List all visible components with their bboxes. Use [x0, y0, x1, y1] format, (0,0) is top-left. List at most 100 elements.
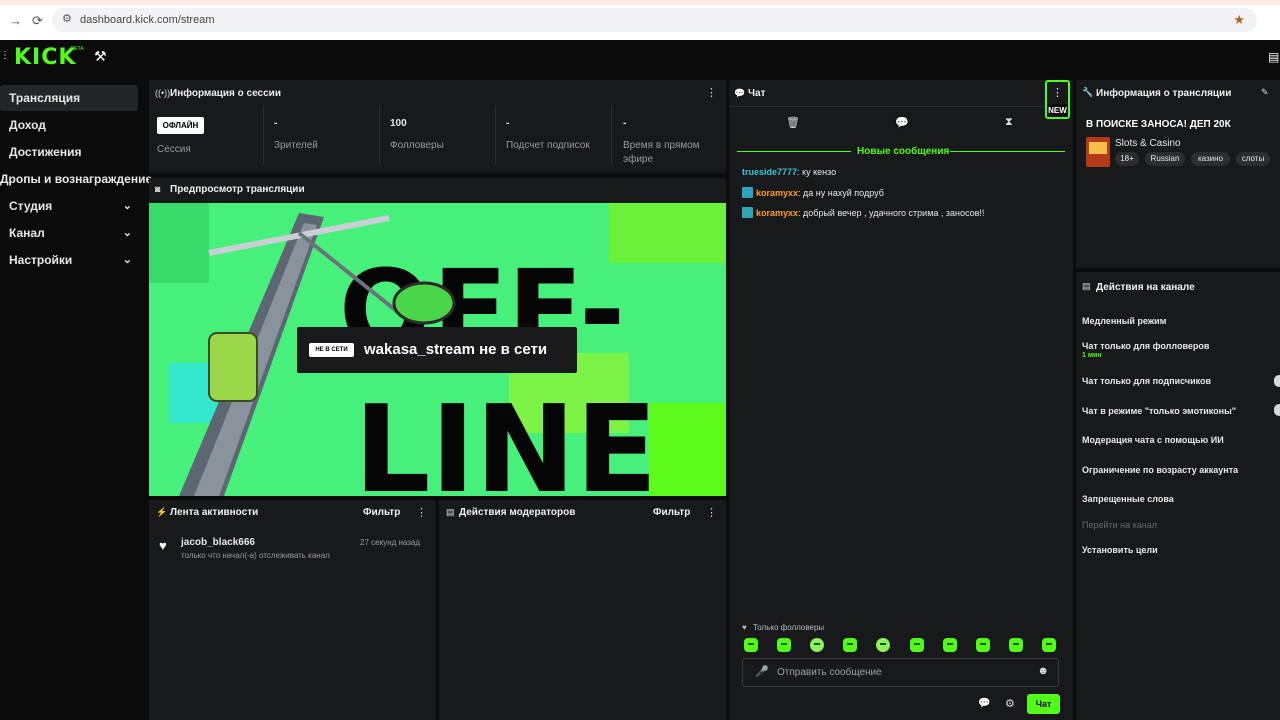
chat-bubble-icon[interactable]: 💬 [895, 116, 909, 129]
sidebar-item-label: Канал [9, 226, 45, 240]
chat-username[interactable]: koramyxx [756, 188, 798, 198]
set-goals-action[interactable]: Установить цели [1082, 545, 1158, 555]
followers-only-label: Только фолловеры [753, 623, 825, 632]
sidebar-item-stream[interactable]: Трансляция [0, 85, 138, 111]
chat-username[interactable]: koramyxx [756, 208, 798, 218]
hourglass-icon[interactable]: ⧗ [1005, 116, 1013, 129]
new-badge: NEW [1045, 104, 1070, 119]
activity-feed-title: Лента активности [170, 507, 259, 518]
creator-menu-icon[interactable]: ▤ [1268, 50, 1279, 64]
browser-toolbar: → ⟳ ⚙ dashboard.kick.com/stream ★ [0, 0, 1280, 40]
ai-moderation-action[interactable]: Модерация чата с помощью ИИ [1082, 435, 1224, 445]
subscribers-only-toggle[interactable] [1274, 375, 1280, 387]
preview-title: Предпросмотр трансляции [170, 184, 305, 195]
wrench-icon: 🔧 [1082, 87, 1094, 97]
divider [379, 105, 380, 165]
moderator-badge-icon [742, 207, 753, 218]
chat-message: koramyxx: да ну нахуй подруб [742, 187, 884, 198]
stream-info-panel [1076, 80, 1280, 268]
emote-icon[interactable] [777, 638, 791, 652]
emote-icon[interactable] [910, 638, 924, 652]
emote-icon[interactable] [810, 638, 824, 652]
emote-icon[interactable] [744, 638, 758, 652]
chat-text: : ку кензо [797, 167, 837, 177]
emote-icon[interactable] [976, 638, 990, 652]
kick-logo[interactable]: KICK [14, 45, 76, 70]
chat-input-placeholder: Отправить сообщение [777, 667, 882, 678]
emote-only-action[interactable]: Чат в режиме "только эмотиконы" [1082, 406, 1236, 416]
offline-message: wakasa_stream не в сети [364, 341, 548, 358]
go-to-channel-action[interactable]: Перейти на канал [1082, 520, 1157, 530]
menu-icon[interactable]: ⋮ [0, 50, 10, 61]
chat-text: : да ну нахуй подруб [798, 188, 884, 198]
send-chat-button[interactable]: Чат [1027, 694, 1060, 714]
subscribers-only-action[interactable]: Чат только для подписчиков [1082, 376, 1211, 386]
chat-message: trueside7777: ку кензо [742, 167, 836, 177]
heart-icon: ♥ [742, 623, 747, 632]
moderator-badge-icon [742, 187, 753, 198]
divider [263, 105, 264, 165]
sidebar-item-revenue[interactable]: Доход [0, 112, 138, 138]
gear-icon[interactable]: ⚙ [1005, 697, 1015, 710]
tag-chip[interactable]: казино [1191, 152, 1230, 166]
emote-icon[interactable] [1009, 638, 1023, 652]
emoji-icon[interactable]: ☻ [1037, 665, 1049, 677]
stat-subs-value: - [506, 118, 510, 129]
new-messages-label: Новые сообщения [857, 146, 950, 157]
more-options-icon: ⋮ [1052, 87, 1063, 99]
stat-viewers-value: - [274, 118, 278, 129]
trash-icon[interactable]: 🗑 [786, 116, 800, 129]
chat-bubble-icon[interactable]: 💬 [978, 698, 990, 709]
sidebar-item-label: Доход [9, 118, 46, 132]
mod-filter-button[interactable]: Фильтр [653, 507, 690, 518]
broadcast-icon: ((•)) [155, 88, 171, 98]
stream-title: В ПОИСКЕ ЗАНОСА! ДЕП 20К [1086, 119, 1231, 130]
tag-chip[interactable]: 18+ [1115, 152, 1139, 166]
address-bar[interactable]: ⚙ dashboard.kick.com/stream ★ [52, 8, 1257, 32]
divider [729, 106, 1045, 107]
sidebar-item-label: Дропы и вознаграждение [0, 172, 153, 186]
emote-only-toggle[interactable] [1274, 404, 1280, 416]
sidebar-item-settings[interactable]: Настройки ⌄ [0, 247, 138, 273]
more-options-icon[interactable]: ⋮ [416, 506, 427, 519]
banned-words-action[interactable]: Запрещенные слова [1082, 494, 1174, 504]
chat-bubble-icon: 💬 [734, 88, 746, 98]
emote-icon[interactable] [876, 638, 890, 652]
microphone-icon[interactable]: 🎤 [755, 665, 769, 678]
activity-username[interactable]: jacob_black666 [181, 537, 255, 548]
tag-chip[interactable]: Russian [1145, 152, 1185, 166]
chat-message-input[interactable]: 🎤 Отправить сообщение ☻ [742, 658, 1059, 687]
sidebar-item-studio[interactable]: Студия ⌄ [0, 193, 138, 219]
offline-badge: НЕ В СЕТИ [309, 343, 354, 357]
category-name[interactable]: Slots & Casino [1115, 138, 1181, 149]
more-options-icon[interactable]: ⋮ [706, 506, 717, 519]
hammer-icon[interactable]: ⚒ [94, 48, 107, 65]
sidebar-item-channel[interactable]: Канал ⌄ [0, 220, 138, 246]
stat-session-label: Сессия [157, 144, 191, 155]
chat-more-options-button[interactable]: ⋮ [1045, 80, 1070, 106]
slow-mode-action[interactable]: Медленный режим [1082, 316, 1166, 326]
sidebar-item-label: Трансляция [9, 91, 81, 105]
emote-icon[interactable] [1042, 638, 1056, 652]
followers-only-action[interactable]: Чат только для фолловеров [1082, 341, 1209, 351]
activity-time: 27 секунд назад [360, 538, 421, 547]
reload-icon[interactable]: ⟳ [32, 13, 43, 29]
forward-icon[interactable]: → [9, 13, 22, 28]
stat-followers-value: 100 [390, 118, 407, 129]
site-info-icon[interactable]: ⚙ [62, 12, 72, 25]
chat-title: Чат [748, 88, 766, 99]
sidebar-item-achievements[interactable]: Достижения [0, 139, 138, 165]
sidebar-item-drops[interactable]: Дропы и вознаграждение [0, 166, 152, 192]
emote-icon[interactable] [843, 638, 857, 652]
chat-username[interactable]: trueside7777 [742, 167, 797, 177]
edit-pencil-icon[interactable]: ✎ [1261, 87, 1269, 98]
more-options-icon[interactable]: ⋮ [706, 86, 717, 99]
account-age-action[interactable]: Ограничение по возрасту аккаунта [1082, 465, 1238, 475]
category-thumbnail [1086, 137, 1110, 167]
activity-filter-button[interactable]: Фильтр [363, 507, 400, 518]
divider [495, 105, 496, 165]
bookmark-star-icon[interactable]: ★ [1233, 12, 1245, 28]
tag-chip[interactable]: слоты [1236, 152, 1270, 166]
emote-icon[interactable] [943, 638, 957, 652]
chat-text: : добрый вечер , удачного стрима , занос… [798, 208, 985, 218]
